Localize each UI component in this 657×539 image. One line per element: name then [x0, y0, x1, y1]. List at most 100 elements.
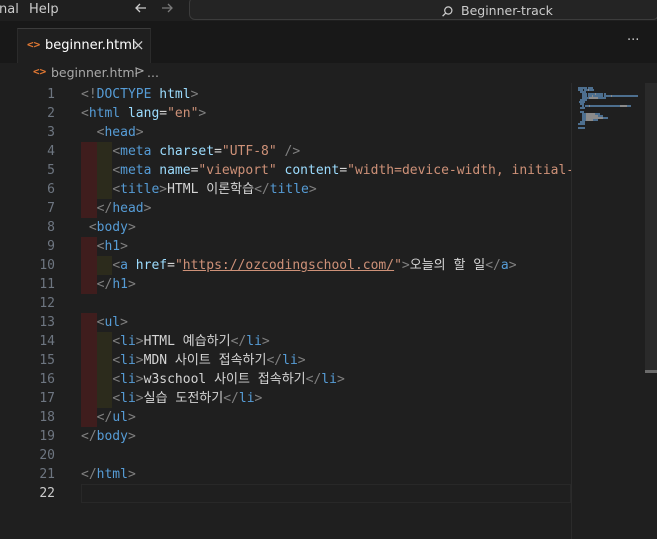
code-line[interactable]: 18 </ul>: [0, 408, 571, 427]
code-text: </head>: [81, 199, 152, 218]
code-token: =: [167, 258, 175, 273]
code-line[interactable]: 17 <li>실습 도전하기</li>: [0, 389, 571, 408]
code-token: >: [127, 277, 136, 292]
code-line[interactable]: 6 <title>HTML 이론학습</title>: [0, 180, 571, 199]
code-editor[interactable]: 1 <!DOCTYPE html> 2 <html lang="en"> 3 <head…: [0, 83, 571, 539]
code-text: <li>w3school 사이트 접속하기</li>: [81, 370, 344, 389]
minimap-token: [597, 119, 598, 121]
menu-terminal[interactable]: nal: [0, 2, 19, 17]
more-actions-icon[interactable]: ···: [627, 33, 639, 48]
code-token: ul: [104, 315, 121, 330]
code-token: html: [88, 106, 121, 121]
code-token: head: [104, 125, 136, 140]
code-token: </: [223, 391, 239, 406]
title-bar: nal Help Beginner-track: [0, 0, 657, 21]
code-token: >: [120, 315, 128, 330]
minimap-token: [620, 105, 627, 107]
code-token: >: [135, 353, 144, 368]
code-text: <body>: [81, 218, 136, 237]
code-line[interactable]: 15 <li>MDN 사이트 접속하기</li>: [0, 351, 571, 370]
code-line[interactable]: 8 <body>: [0, 218, 571, 237]
search-icon: [442, 2, 453, 17]
line-number: 9: [47, 239, 55, 254]
code-line[interactable]: 10 <a href="https://ozcodingschool.com/"…: [0, 256, 571, 275]
code-token: =: [159, 106, 168, 121]
code-token: </: [96, 277, 113, 292]
minimap-token: [584, 127, 585, 129]
arrow-left-icon[interactable]: [134, 1, 148, 19]
code-token: "UTF-8": [221, 144, 277, 159]
tab-beginner-html[interactable]: <> beginner.html ×: [17, 28, 151, 63]
code-line[interactable]: 21 </html>: [0, 465, 571, 484]
code-token: >: [135, 391, 144, 406]
line-number: 11: [39, 277, 55, 292]
code-token: <: [112, 163, 121, 178]
code-line[interactable]: 14 <li>HTML 예습하기</li>: [0, 332, 571, 351]
code-token: body: [96, 429, 128, 444]
code-token: ul: [112, 410, 128, 425]
code-line[interactable]: 22: [0, 484, 571, 503]
code-line[interactable]: 16 <li>w3school 사이트 접속하기</li>: [0, 370, 571, 389]
tab-label: beginner.html: [45, 38, 136, 53]
code-token: >: [198, 106, 207, 121]
code-line[interactable]: 19 </body>: [0, 427, 571, 446]
code-token: </: [266, 353, 283, 368]
line-number: 19: [39, 429, 55, 444]
command-center[interactable]: Beginner-track: [189, 0, 657, 20]
code-token: body: [96, 220, 128, 235]
code-token: <: [112, 372, 121, 387]
minimap-token: [612, 95, 638, 97]
code-token: li: [120, 334, 136, 349]
breadcrumb-file[interactable]: beginner.html: [51, 65, 138, 80]
line-number: 16: [39, 372, 55, 387]
code-token: content: [284, 163, 340, 178]
code-token: >: [127, 410, 136, 425]
code-token: html: [96, 467, 128, 482]
code-line[interactable]: 11 </h1>: [0, 275, 571, 294]
code-line[interactable]: 1 <!DOCTYPE html>: [0, 85, 571, 104]
code-token[interactable]: https://ozcodingschool.com/: [183, 258, 394, 273]
line-number: 14: [39, 334, 55, 349]
chevron-right-icon: >: [134, 64, 145, 79]
vertical-scrollbar[interactable]: [645, 83, 657, 373]
line-number: 1: [47, 87, 55, 102]
code-token: li: [246, 334, 262, 349]
minimap-token: [589, 97, 598, 99]
breadcrumb-symbols[interactable]: ...: [147, 65, 159, 80]
line-number: 18: [39, 410, 55, 425]
code-line[interactable]: 3 <head>: [0, 123, 571, 142]
code-text: </ul>: [81, 408, 136, 427]
menu-help[interactable]: Help: [29, 2, 59, 17]
code-line[interactable]: 5 <meta name="viewport" content="width=d…: [0, 161, 571, 180]
code-token: li: [282, 353, 298, 368]
code-text: <li>MDN 사이트 접속하기</li>: [81, 351, 305, 370]
code-line[interactable]: 7 </head>: [0, 199, 571, 218]
code-token: h1: [112, 277, 128, 292]
close-icon[interactable]: ×: [132, 36, 145, 54]
code-line[interactable]: 12: [0, 294, 571, 313]
code-line[interactable]: 2 <html lang="en">: [0, 104, 571, 123]
code-token: lang: [127, 106, 160, 121]
code-token: 실습 도전하기: [143, 391, 224, 406]
code-token: </: [230, 334, 247, 349]
code-token: >: [508, 258, 517, 273]
line-number: 10: [39, 258, 55, 273]
code-line[interactable]: 13 <ul>: [0, 313, 571, 332]
code-line[interactable]: 9 <h1>: [0, 237, 571, 256]
code-token: >: [261, 334, 270, 349]
line-number: 17: [39, 391, 55, 406]
code-token: <: [112, 391, 121, 406]
code-token: </: [305, 372, 322, 387]
arrow-right-icon[interactable]: [160, 1, 174, 19]
code-token: h1: [104, 239, 121, 254]
code-line[interactable]: 4 <meta charset="UTF-8" />: [0, 142, 571, 161]
code-line[interactable]: 20: [0, 446, 571, 465]
